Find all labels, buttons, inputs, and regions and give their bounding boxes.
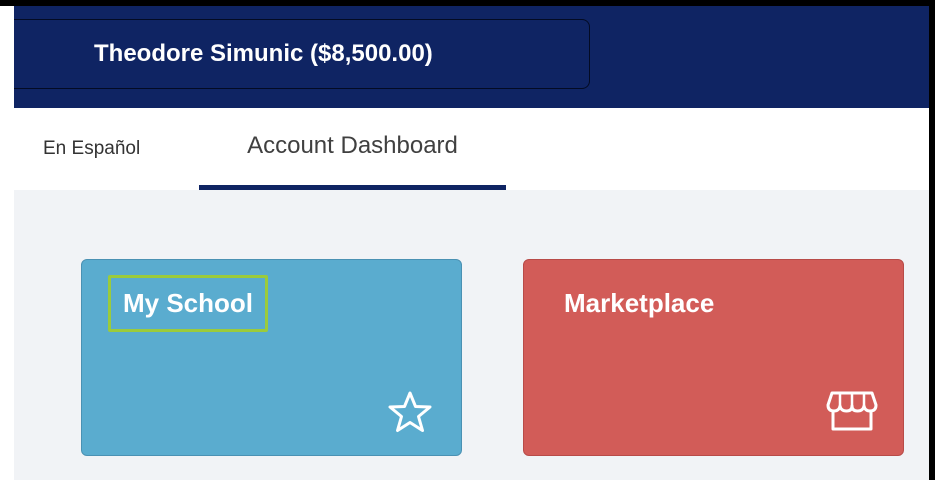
- account-balance-label: Theodore Simunic ($8,500.00): [94, 40, 433, 67]
- my-school-card[interactable]: My School: [81, 259, 462, 456]
- marketplace-card[interactable]: Marketplace: [523, 259, 904, 456]
- dashboard-content: My School Marketplace: [14, 190, 929, 480]
- star-icon: [386, 391, 434, 438]
- tab-en-espanol[interactable]: En Español: [43, 138, 140, 160]
- storefront-icon: [826, 389, 878, 438]
- screenshot-frame-right: [929, 0, 935, 480]
- top-header: Theodore Simunic ($8,500.00): [14, 6, 929, 108]
- account-balance-button[interactable]: Theodore Simunic ($8,500.00): [14, 19, 590, 89]
- my-school-title: My School: [108, 275, 269, 332]
- tab-account-dashboard-label: Account Dashboard: [247, 132, 458, 159]
- marketplace-title: Marketplace: [564, 288, 715, 318]
- tab-account-dashboard[interactable]: Account Dashboard: [199, 108, 506, 190]
- tab-bar: En Español Account Dashboard: [14, 108, 929, 191]
